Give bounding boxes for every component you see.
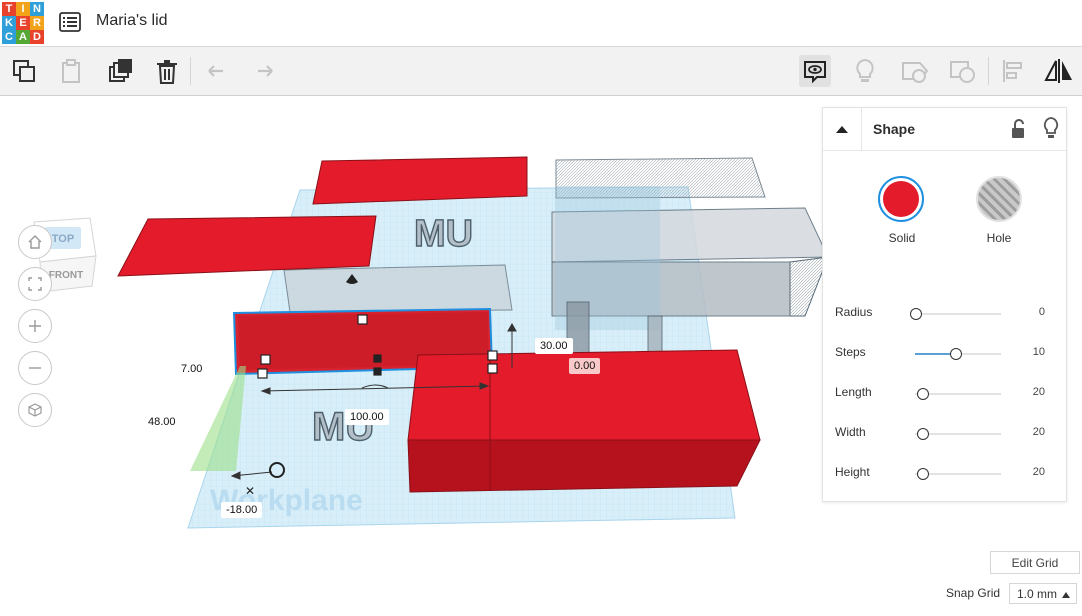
hole-swatch[interactable] [976,176,1022,222]
logo-letter: C [2,30,16,44]
height-value[interactable]: 30.00 [535,338,573,354]
depth-value[interactable]: 48.00 [143,414,181,430]
red-box-left [117,215,377,277]
logo-letter: I [16,2,30,16]
hole-label: Hole [986,231,1012,245]
length-value[interactable]: 100.00 [345,409,389,425]
notes-icon[interactable] [799,55,831,87]
prop-width: Width 20 [835,425,1057,445]
length-slider[interactable] [915,388,1001,400]
logo-letter: A [16,30,30,44]
design-list-icon[interactable] [58,10,82,34]
slider-knob[interactable] [910,308,922,320]
hole-post [647,315,663,353]
slider-knob[interactable] [950,348,962,360]
prop-value[interactable]: 20 [1033,466,1045,478]
caret-up-icon [1062,592,1070,598]
redo-icon[interactable] [248,55,280,87]
steps-slider[interactable] [915,348,1001,360]
undo-icon[interactable] [201,55,233,87]
shape-inspector: Shape Solid Hole Radius 0 Steps 10 Lengt… [822,107,1067,502]
ortho-icon[interactable] [18,393,52,427]
prop-value[interactable]: 10 [1033,346,1045,358]
group-icon[interactable] [899,55,931,87]
home-icon[interactable] [18,225,52,259]
prop-label: Radius [835,305,873,319]
logo-letter: D [30,30,44,44]
collapse-icon[interactable] [823,108,862,150]
mirror-icon[interactable] [1043,55,1075,87]
solid-label: Solid [888,231,916,245]
logo-letter: T [2,2,16,16]
duplicate-icon[interactable] [104,55,136,87]
prop-value[interactable]: 20 [1033,386,1045,398]
prop-value[interactable]: 20 [1033,426,1045,438]
viewcube-top-label: TOP [52,233,74,245]
edit-grid-button[interactable]: Edit Grid [990,551,1080,574]
rotation-value[interactable]: 0.00 [569,358,601,374]
ungroup-icon[interactable] [947,55,979,87]
radius-slider[interactable] [910,308,1001,320]
slider-knob[interactable] [917,428,929,440]
prop-label: Width [835,425,866,439]
toolbar-separator [988,57,989,85]
mu-text-shape: MU [414,213,473,255]
offset-value[interactable]: -18.00 [221,502,263,518]
width-slider[interactable] [915,428,1001,440]
zoom-in-icon[interactable] [18,309,52,343]
prop-radius: Radius 0 [835,305,1057,325]
logo-letter: K [2,16,16,30]
solid-swatch[interactable] [878,176,924,222]
fit-icon[interactable] [18,267,52,301]
height-slider[interactable] [915,468,1001,480]
hole-box-left [283,264,513,313]
prop-label: Steps [835,345,866,359]
slider-knob[interactable] [917,468,929,480]
top-bar: T I N K E R C A D Maria's lid [0,0,1082,47]
inspector-title: Shape [873,121,916,137]
logo-letter: N [30,2,44,16]
zoom-out-icon[interactable] [18,351,52,385]
prop-height: Height 20 [835,465,1057,485]
inspector-header: Shape [823,108,1066,151]
prop-steps: Steps 10 [835,345,1057,365]
tinkercad-logo[interactable]: T I N K E R C A D [2,2,45,44]
light-bulb-icon[interactable] [1041,116,1061,140]
toolbar-separator [190,57,191,85]
logo-letter: E [16,16,30,30]
prop-value[interactable]: 0 [1039,306,1045,318]
copy-icon[interactable] [8,55,40,87]
snap-grid-value: 1.0 mm [1017,586,1058,601]
delete-icon[interactable] [151,55,183,87]
close-icon: ✕ [245,484,255,498]
logo-letter: R [30,16,44,30]
snap-grid-label: Snap Grid [946,586,1001,600]
lock-icon[interactable] [1009,118,1029,140]
align-icon[interactable] [997,55,1029,87]
design-title[interactable]: Maria's lid [96,12,168,30]
toolbar [0,47,1082,96]
red-box-top [312,156,528,205]
show-all-icon[interactable] [849,55,881,87]
slider-knob[interactable] [917,388,929,400]
paste-icon[interactable] [55,55,87,87]
viewcube-front-label: FRONT [49,270,83,281]
snap-grid-select[interactable]: 1.0 mm [1009,583,1077,604]
prop-label: Length [835,385,872,399]
prop-label: Height [835,465,870,479]
elevation-value[interactable]: 7.00 [176,361,208,377]
prop-length: Length 20 [835,385,1057,405]
